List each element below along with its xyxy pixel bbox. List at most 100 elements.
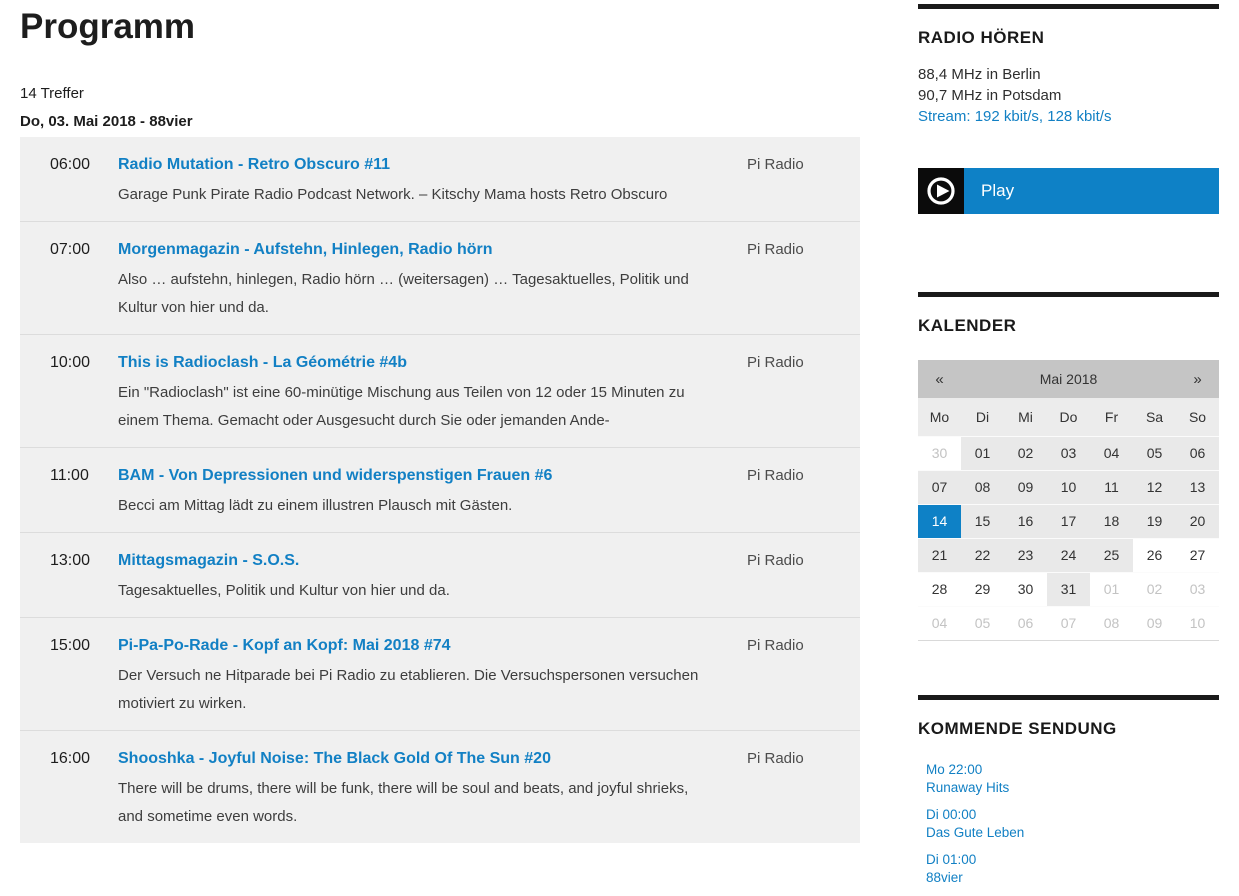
- play-button-label: Play: [964, 168, 1014, 214]
- entry-main: Shooshka - Joyful Noise: The Black Gold …: [118, 747, 747, 831]
- upcoming-title-link[interactable]: Runaway Hits: [926, 779, 1219, 797]
- calendar-day-22[interactable]: 22: [961, 538, 1004, 572]
- upcoming-time-link[interactable]: Di 01:00: [926, 851, 1219, 869]
- entry-main: Radio Mutation - Retro Obscuro #11 Garage…: [118, 153, 747, 209]
- program-entry: 15:00Pi-Pa-Po-Rade - Kopf an Kopf: Mai 2…: [20, 618, 860, 731]
- calendar-day-10: 10: [1176, 606, 1219, 640]
- calendar-weekday-sa: Sa: [1133, 398, 1176, 436]
- calendar-day-30: 30: [918, 436, 961, 470]
- upcoming-title-link[interactable]: Das Gute Leben: [926, 824, 1219, 842]
- section-divider: [918, 695, 1219, 700]
- entry-title-link[interactable]: Mittagsmagazin - S.O.S.: [118, 549, 299, 573]
- calendar-day-14[interactable]: 14: [918, 504, 961, 538]
- calendar-day-21[interactable]: 21: [918, 538, 961, 572]
- stream-label: Stream:: [918, 108, 971, 125]
- calendar-next-button[interactable]: »: [1176, 360, 1219, 398]
- calendar-day-09[interactable]: 09: [1004, 470, 1047, 504]
- entry-description: Garage Punk Pirate Radio Podcast Network…: [118, 181, 703, 209]
- calendar-day-05[interactable]: 05: [1133, 436, 1176, 470]
- entry-station: Pi Radio: [747, 634, 860, 718]
- calendar-day-23[interactable]: 23: [1004, 538, 1047, 572]
- calendar-day-16[interactable]: 16: [1004, 504, 1047, 538]
- entry-title-link[interactable]: Shooshka - Joyful Noise: The Black Gold …: [118, 747, 551, 771]
- calendar-weekday-di: Di: [961, 398, 1004, 436]
- calendar-weekday-so: So: [1176, 398, 1219, 436]
- program-list: 06:00Radio Mutation - Retro Obscuro #11 G…: [20, 137, 860, 843]
- calendar-day-26: 26: [1133, 538, 1176, 572]
- program-entry: 06:00Radio Mutation - Retro Obscuro #11 G…: [20, 137, 860, 222]
- calendar-day-17[interactable]: 17: [1047, 504, 1090, 538]
- program-page: Programm 14 Treffer Do, 03. Mai 2018 - 8…: [20, 0, 860, 843]
- entry-title-link[interactable]: Radio Mutation - Retro Obscuro #11: [118, 153, 390, 177]
- calendar-month-label: Mai 2018: [961, 360, 1176, 398]
- entry-time: 16:00: [50, 747, 118, 831]
- entry-station: Pi Radio: [747, 464, 860, 520]
- entry-time: 07:00: [50, 238, 118, 322]
- stream-link-192[interactable]: 192 kbit/s: [975, 108, 1039, 125]
- calendar-day-30: 30: [1004, 572, 1047, 606]
- calendar-day-08[interactable]: 08: [961, 470, 1004, 504]
- calendar-day-11[interactable]: 11: [1090, 470, 1133, 504]
- calendar-day-04[interactable]: 04: [1090, 436, 1133, 470]
- calendar-day-31[interactable]: 31: [1047, 572, 1090, 606]
- sidebar: RADIO HÖREN 88,4 MHz in Berlin 90,7 MHz …: [918, 0, 1219, 896]
- entry-title-link[interactable]: Pi-Pa-Po-Rade - Kopf an Kopf: Mai 2018 #…: [118, 634, 451, 658]
- calendar-day-19[interactable]: 19: [1133, 504, 1176, 538]
- date-heading: Do, 03. Mai 2018 - 88vier: [20, 113, 860, 130]
- calendar-prev-button[interactable]: «: [918, 360, 961, 398]
- calendar-day-06: 06: [1004, 606, 1047, 640]
- play-icon: [918, 168, 964, 214]
- upcoming-time-link[interactable]: Mo 22:00: [926, 761, 1219, 779]
- calendar-day-02[interactable]: 02: [1004, 436, 1047, 470]
- calendar-day-07[interactable]: 07: [918, 470, 961, 504]
- entry-description: There will be drums, there will be funk,…: [118, 775, 703, 831]
- entry-description: Becci am Mittag lädt zu einem illustren …: [118, 492, 703, 520]
- program-entry: 16:00Shooshka - Joyful Noise: The Black …: [20, 731, 860, 843]
- entry-time: 06:00: [50, 153, 118, 209]
- calendar-day-09: 09: [1133, 606, 1176, 640]
- entry-description: Also … aufstehn, hinlegen, Radio hörn … …: [118, 266, 703, 322]
- stream-link-128[interactable]: 128 kbit/s: [1047, 108, 1111, 125]
- calendar-day-03[interactable]: 03: [1047, 436, 1090, 470]
- frequency-berlin: 88,4 MHz in Berlin: [918, 64, 1219, 85]
- entry-title-link[interactable]: Morgenmagazin - Aufstehn, Hinlegen, Radi…: [118, 238, 493, 262]
- calendar-day-28: 28: [918, 572, 961, 606]
- entry-time: 15:00: [50, 634, 118, 718]
- calendar-day-27: 27: [1176, 538, 1219, 572]
- calendar-day-06[interactable]: 06: [1176, 436, 1219, 470]
- entry-station: Pi Radio: [747, 238, 860, 322]
- upcoming-time-link[interactable]: Di 00:00: [926, 806, 1219, 824]
- calendar-day-24[interactable]: 24: [1047, 538, 1090, 572]
- entry-station: Pi Radio: [747, 351, 860, 435]
- calendar-day-10[interactable]: 10: [1047, 470, 1090, 504]
- entry-main: Mittagsmagazin - S.O.S. Tagesaktuelles, P…: [118, 549, 747, 605]
- calendar-day-03: 03: [1176, 572, 1219, 606]
- upcoming-item: Di 00:00Das Gute Leben: [926, 806, 1219, 842]
- page-title: Programm: [20, 6, 860, 48]
- entry-description: Tagesaktuelles, Politik und Kultur von h…: [118, 577, 703, 605]
- calendar-day-18[interactable]: 18: [1090, 504, 1133, 538]
- calendar-day-01[interactable]: 01: [961, 436, 1004, 470]
- entry-main: Morgenmagazin - Aufstehn, Hinlegen, Radi…: [118, 238, 747, 322]
- upcoming-title-link[interactable]: 88vier: [926, 869, 1219, 887]
- entry-main: Pi-Pa-Po-Rade - Kopf an Kopf: Mai 2018 #…: [118, 634, 747, 718]
- section-divider: [918, 292, 1219, 297]
- entry-time: 11:00: [50, 464, 118, 520]
- program-entry: 07:00Morgenmagazin - Aufstehn, Hinlegen,…: [20, 222, 860, 335]
- calendar-day-05: 05: [961, 606, 1004, 640]
- calendar-day-20[interactable]: 20: [1176, 504, 1219, 538]
- entry-description: Der Versuch ne Hitparade bei Pi Radio zu…: [118, 662, 703, 718]
- entry-title-link[interactable]: BAM - Von Depressionen und widerspenstig…: [118, 464, 552, 488]
- calendar-day-25[interactable]: 25: [1090, 538, 1133, 572]
- play-button[interactable]: Play: [918, 168, 1219, 214]
- calendar-weekday-mi: Mi: [1004, 398, 1047, 436]
- calendar-weekday-fr: Fr: [1090, 398, 1133, 436]
- upcoming-item: Mo 22:00Runaway Hits: [926, 761, 1219, 797]
- stream-separator: ,: [1039, 108, 1047, 125]
- calendar-day-12[interactable]: 12: [1133, 470, 1176, 504]
- frequency-potsdam: 90,7 MHz in Potsdam: [918, 85, 1219, 106]
- calendar-day-15[interactable]: 15: [961, 504, 1004, 538]
- calendar-day-13[interactable]: 13: [1176, 470, 1219, 504]
- calendar-day-08: 08: [1090, 606, 1133, 640]
- entry-title-link[interactable]: This is Radioclash - La Géométrie #4b: [118, 351, 407, 375]
